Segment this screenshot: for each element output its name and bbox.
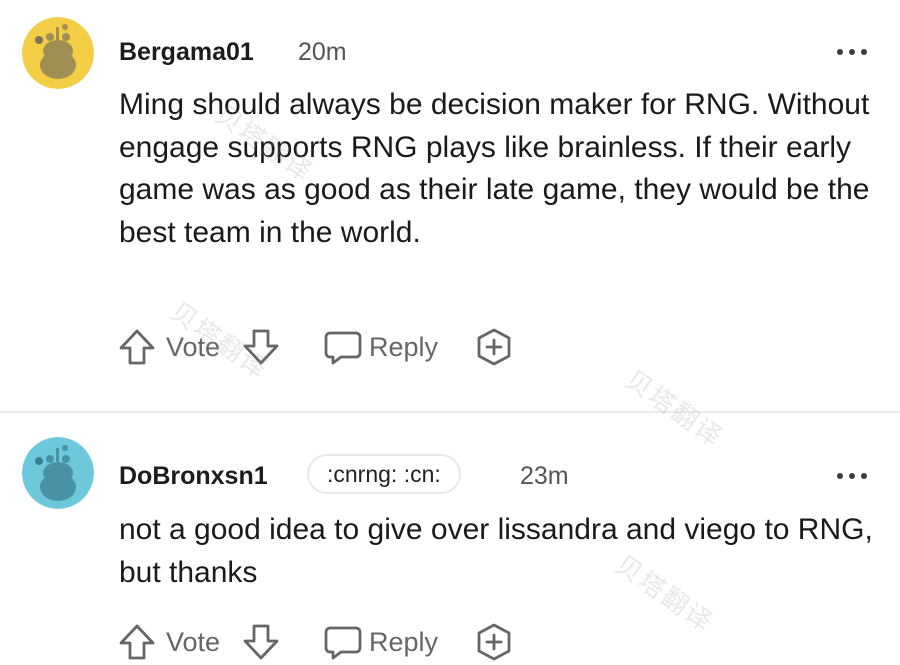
user-avatar[interactable] [22, 437, 94, 509]
comment-actions: Vote Reply [116, 621, 536, 665]
timestamp: 23m [520, 462, 569, 490]
comment: Bergama01 20m Ming should always be deci… [0, 0, 900, 412]
comment: DoBronxsn1 :cnrng: :cn: 23m not a good i… [0, 414, 900, 661]
downvote-arrow-icon[interactable] [240, 621, 282, 665]
speech-bubble-icon[interactable] [322, 326, 364, 370]
reply-label[interactable]: Reply [369, 627, 438, 658]
user-flair: :cnrng: :cn: [307, 454, 461, 494]
upvote-arrow-icon[interactable] [116, 621, 158, 665]
username[interactable]: DoBronxsn1 [119, 462, 268, 491]
comment-body: not a good idea to give over lissandra a… [119, 513, 873, 589]
reply-label[interactable]: Reply [369, 332, 438, 363]
more-dots-icon[interactable] [837, 471, 867, 481]
upvote-arrow-icon[interactable] [116, 326, 158, 370]
more-dots-icon[interactable] [837, 47, 867, 57]
vote-label: Vote [166, 627, 221, 657]
speech-bubble-icon[interactable] [322, 621, 364, 665]
username[interactable]: Bergama01 [119, 38, 254, 67]
award-plus-icon[interactable] [473, 621, 515, 665]
snoo-avatar-icon [22, 17, 94, 89]
snoo-avatar-icon [22, 437, 94, 509]
award-plus-icon[interactable] [473, 326, 515, 370]
user-avatar[interactable] [22, 17, 94, 89]
timestamp: 20m [298, 38, 347, 66]
